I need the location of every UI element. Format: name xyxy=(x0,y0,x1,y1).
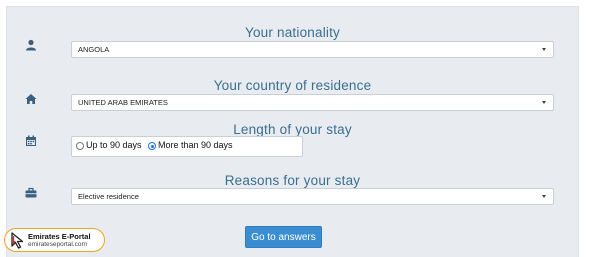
user-icon xyxy=(25,39,37,51)
logo-name: Emirates E-Portal xyxy=(28,232,91,241)
chevron-down-icon xyxy=(542,101,546,104)
stay-option-2-radio[interactable] xyxy=(148,142,156,150)
cursor-icon xyxy=(10,232,26,254)
nationality-select[interactable]: ANGOLA xyxy=(71,41,554,58)
stay-options: Up to 90 days More than 90 days xyxy=(71,136,303,157)
nationality-title: Your nationality xyxy=(244,25,341,40)
reasons-title: Reasons for your stay xyxy=(224,173,361,188)
reasons-select[interactable]: Elective residence xyxy=(71,188,554,205)
form-panel: Your nationality ANGOLA Your country of … xyxy=(6,6,579,257)
stay-title: Length of your stay xyxy=(233,122,352,137)
residence-value: UNITED ARAB EMIRATES xyxy=(78,98,168,107)
chevron-down-icon xyxy=(542,48,546,51)
briefcase-icon xyxy=(25,187,37,199)
calendar-icon xyxy=(25,135,37,147)
home-icon xyxy=(25,93,37,105)
chevron-down-icon xyxy=(542,195,546,198)
nationality-value: ANGOLA xyxy=(78,45,110,54)
stay-option-1-label[interactable]: Up to 90 days xyxy=(86,140,142,150)
stay-option-1-radio[interactable] xyxy=(76,142,84,150)
residence-title: Your country of residence xyxy=(213,78,372,93)
logo-url: emirateseportal.com xyxy=(28,241,87,248)
residence-select[interactable]: UNITED ARAB EMIRATES xyxy=(71,94,554,111)
stay-option-2-label[interactable]: More than 90 days xyxy=(158,140,233,150)
emirates-eportal-logo: Emirates E-Portal emirateseportal.com xyxy=(4,228,105,252)
reasons-value: Elective residence xyxy=(78,192,139,201)
go-to-answers-button[interactable]: Go to answers xyxy=(245,226,322,248)
